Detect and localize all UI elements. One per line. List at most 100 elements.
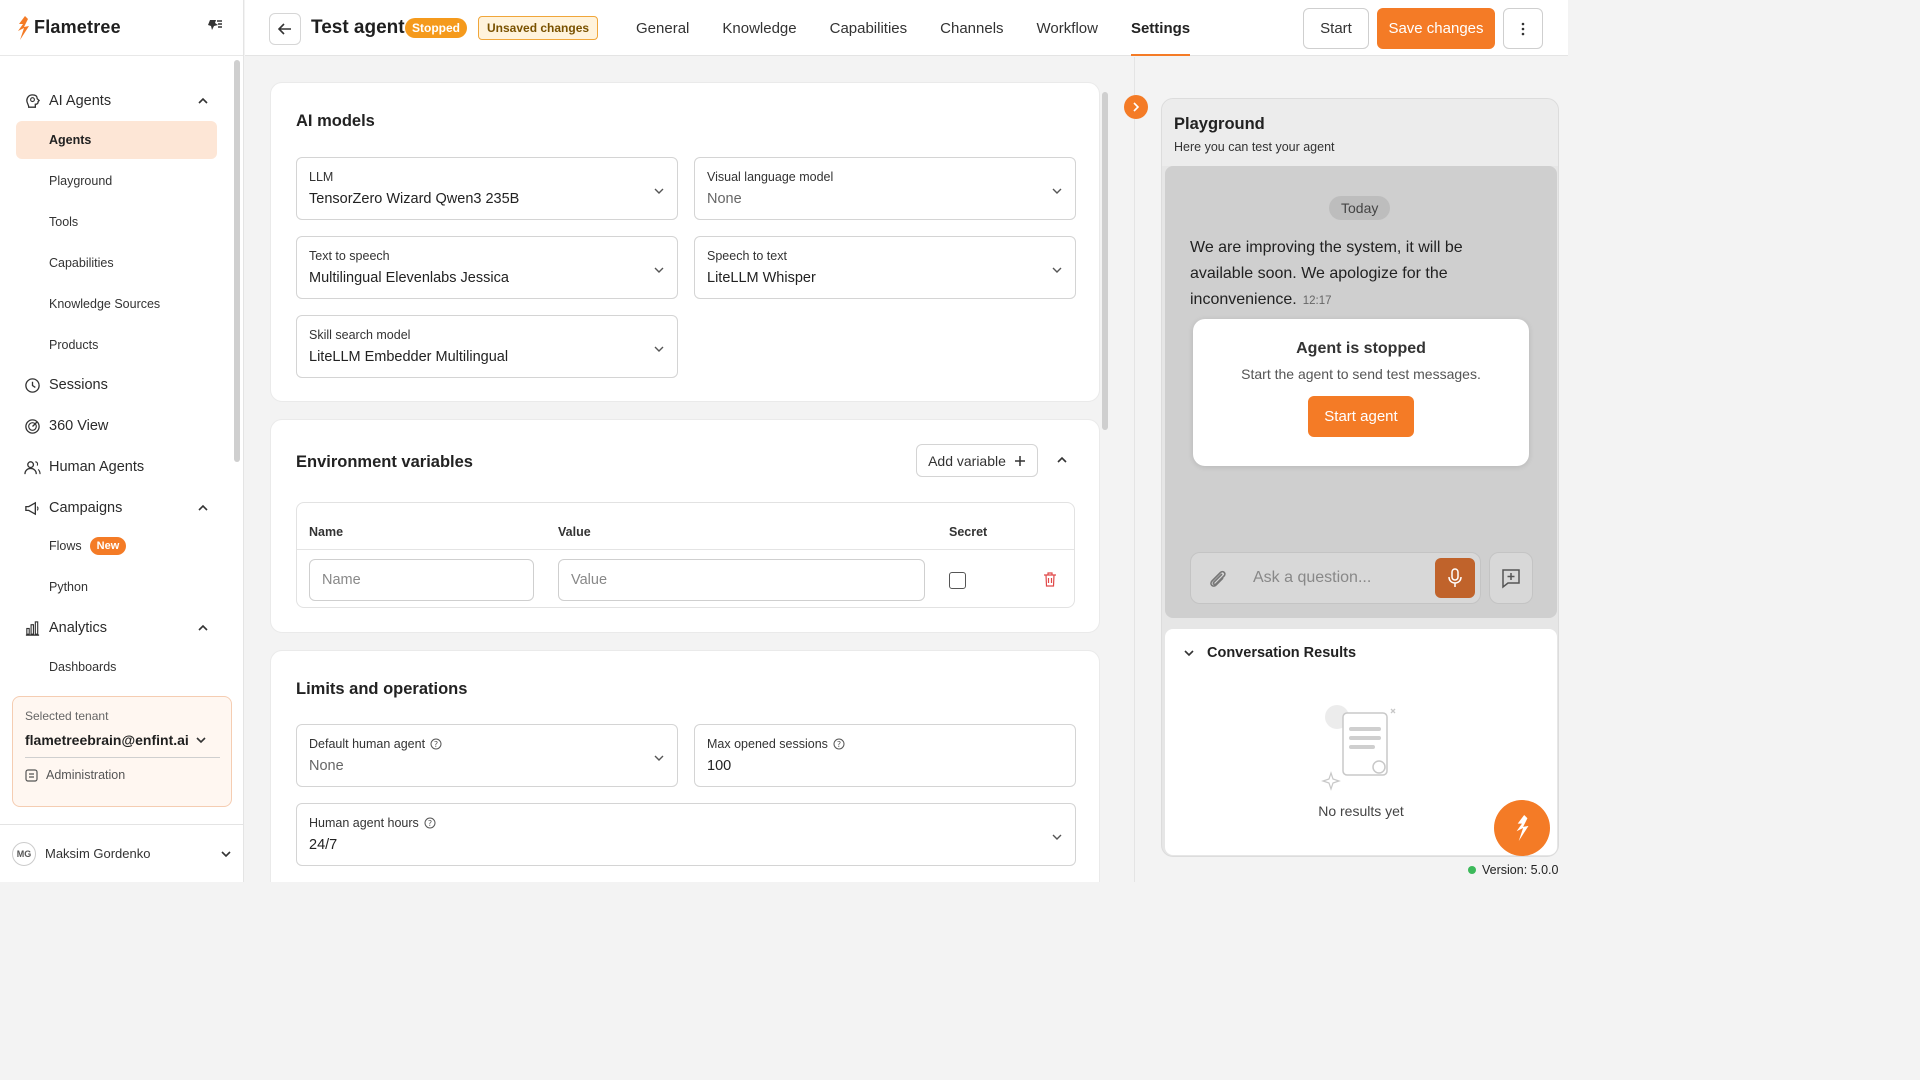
- env-vars-table: Name Value Secret Name Value: [296, 502, 1075, 608]
- playground-header: Playground Here you can test your agent: [1162, 99, 1558, 166]
- microphone-icon: [1448, 568, 1462, 587]
- field-value: Multilingual Elevenlabs Jessica: [309, 270, 509, 286]
- add-variable-button[interactable]: Add variable: [916, 444, 1038, 477]
- secret-checkbox[interactable]: [949, 572, 966, 589]
- sidebar-item-analytics[interactable]: Analytics: [16, 609, 217, 647]
- radar-icon: [25, 418, 40, 434]
- sidebar-item-flows[interactable]: Flows New: [16, 527, 217, 565]
- content-scrollbar[interactable]: [1102, 92, 1108, 430]
- env-value-input[interactable]: Value: [558, 559, 925, 601]
- chevron-down-icon: [1052, 188, 1062, 194]
- tab-settings[interactable]: Settings: [1130, 0, 1191, 56]
- tenant-selector[interactable]: Selected tenant flametreebrain@enfint.ai…: [12, 696, 232, 807]
- field-value: LiteLLM Whisper: [707, 270, 816, 286]
- sidebar-scrollbar[interactable]: [234, 60, 240, 462]
- paperclip-icon[interactable]: [1207, 568, 1229, 590]
- sidebar-item-label: Analytics: [49, 620, 108, 636]
- sidebar-item-knowledge-sources[interactable]: Knowledge Sources: [16, 285, 217, 323]
- pin-sidebar-icon[interactable]: [207, 17, 223, 33]
- chevron-up-icon[interactable]: [197, 502, 209, 514]
- user-menu[interactable]: MG Maksim Gordenko: [0, 824, 244, 882]
- brand[interactable]: Flametree: [0, 0, 243, 56]
- sidebar-item-products[interactable]: Products: [16, 326, 217, 364]
- sidebar-item-dashboards[interactable]: Dashboards: [16, 648, 217, 686]
- env-name-input[interactable]: Name: [309, 559, 534, 601]
- tab-knowledge[interactable]: Knowledge: [722, 0, 796, 56]
- back-button[interactable]: [269, 13, 301, 45]
- sidebar-item-tools[interactable]: Tools: [16, 203, 217, 241]
- sidebar: Flametree AI Agents Agents Playground To…: [0, 0, 244, 882]
- more-options-button[interactable]: [1503, 8, 1543, 49]
- collapse-playground-button[interactable]: [1124, 95, 1148, 119]
- save-changes-button[interactable]: Save changes: [1377, 8, 1495, 49]
- sidebar-item-label: Human Agents: [49, 459, 145, 475]
- tenant-name: flametreebrain@enfint.ai: [25, 732, 189, 748]
- playground-panel: Playground Here you can test your agent …: [1161, 98, 1559, 857]
- human-agent-hours-select[interactable]: Human agent hours? 24/7: [296, 803, 1076, 866]
- sidebar-item-playground[interactable]: Playground: [16, 162, 217, 200]
- chevron-down-icon: [654, 346, 664, 352]
- field-label: Speech to text: [707, 249, 787, 263]
- page-title: Test agent: [311, 17, 405, 38]
- sidebar-item-ai-agents[interactable]: AI Agents: [16, 82, 217, 120]
- chat-input[interactable]: Ask a question...: [1190, 552, 1481, 604]
- help-icon[interactable]: ?: [833, 738, 845, 750]
- sidebar-item-label: Flows New: [49, 537, 127, 555]
- sidebar-item-capabilities[interactable]: Capabilities: [16, 244, 217, 282]
- svg-text:?: ?: [837, 740, 841, 749]
- assistant-fab-button[interactable]: [1494, 800, 1550, 856]
- sidebar-item-label: Dashboards: [49, 660, 117, 674]
- start-button[interactable]: Start: [1303, 8, 1369, 49]
- vlm-select[interactable]: Visual language model None: [694, 157, 1076, 220]
- more-vertical-icon: [1521, 22, 1525, 35]
- sidebar-item-label: Playground: [49, 174, 113, 188]
- tab-workflow[interactable]: Workflow: [1037, 0, 1098, 56]
- chevron-down-icon: [221, 850, 231, 857]
- sidebar-item-label: Python: [49, 580, 88, 594]
- chevron-up-icon[interactable]: [1056, 454, 1068, 466]
- new-badge: New: [89, 537, 127, 555]
- sidebar-item-sessions[interactable]: Sessions: [16, 366, 217, 404]
- message-time: 12:17: [1302, 295, 1332, 307]
- microphone-button[interactable]: [1435, 558, 1475, 598]
- field-label: Human agent hours?: [309, 816, 436, 830]
- chevron-down-icon: [1184, 650, 1194, 657]
- tab-channels[interactable]: Channels: [940, 0, 1003, 56]
- section-title: Limits and operations: [296, 680, 468, 698]
- help-icon[interactable]: ?: [424, 817, 436, 829]
- app: Flametree AI Agents Agents Playground To…: [0, 0, 1568, 882]
- default-human-agent-select[interactable]: Default human agent? None: [296, 724, 678, 787]
- sidebar-item-campaigns[interactable]: Campaigns: [16, 489, 217, 527]
- tts-select[interactable]: Text to speech Multilingual Elevenlabs J…: [296, 236, 678, 299]
- field-value: LiteLLM Embedder Multilingual: [309, 349, 509, 365]
- help-icon[interactable]: ?: [430, 738, 442, 750]
- tab-capabilities[interactable]: Capabilities: [830, 0, 908, 56]
- stt-select[interactable]: Speech to text LiteLLM Whisper: [694, 236, 1076, 299]
- playground-title: Playground: [1174, 115, 1265, 133]
- settings-content: AI models LLM TensorZero Wizard Qwen3 23…: [245, 57, 1135, 882]
- dialog-title: Agent is stopped: [1296, 340, 1426, 357]
- administration-link[interactable]: Administration: [25, 768, 219, 782]
- start-agent-button[interactable]: Start agent: [1308, 396, 1414, 437]
- chevron-up-icon[interactable]: [197, 95, 209, 107]
- sidebar-item-label: Sessions: [49, 377, 108, 393]
- tenant-value[interactable]: flametreebrain@enfint.ai: [25, 732, 219, 748]
- max-opened-sessions-input[interactable]: Max opened sessions? 100: [694, 724, 1076, 787]
- sidebar-item-label: Campaigns: [49, 500, 123, 516]
- new-chat-button[interactable]: [1489, 552, 1533, 604]
- chevron-up-icon[interactable]: [197, 622, 209, 634]
- message-plus-icon: [1502, 569, 1520, 589]
- sidebar-item-human-agents[interactable]: Human Agents: [16, 448, 217, 486]
- sidebar-item-agents[interactable]: Agents: [16, 121, 217, 159]
- tenant-caption: Selected tenant: [25, 709, 109, 723]
- sidebar-item-text: Flows: [49, 539, 82, 553]
- trash-icon[interactable]: [1043, 572, 1057, 587]
- svg-text:?: ?: [428, 819, 432, 828]
- skill-search-select[interactable]: Skill search model LiteLLM Embedder Mult…: [296, 315, 678, 378]
- tab-general[interactable]: General: [636, 0, 689, 56]
- llm-select[interactable]: LLM TensorZero Wizard Qwen3 235B: [296, 157, 678, 220]
- results-header[interactable]: Conversation Results: [1183, 645, 1356, 661]
- sidebar-item-360-view[interactable]: 360 View: [16, 407, 217, 445]
- brain-icon: [26, 93, 41, 108]
- sidebar-item-python[interactable]: Python: [16, 568, 217, 606]
